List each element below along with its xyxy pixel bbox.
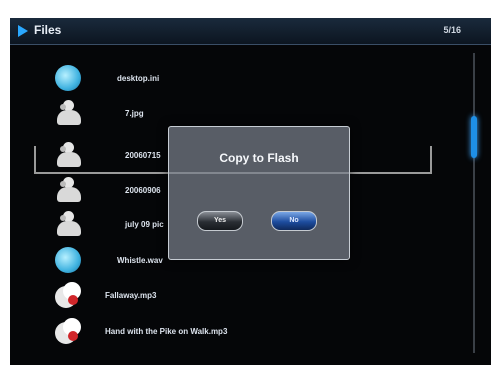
tv-screen: Files 5/16 desktop.ini 7.jpg 20060715 20…: [10, 18, 491, 365]
list-item-label: 20060906: [125, 186, 161, 195]
list-item-label: Fallaway.mp3: [105, 291, 157, 300]
list-item-label: desktop.ini: [117, 74, 160, 83]
yes-button[interactable]: Yes: [197, 211, 243, 231]
page-title: Files: [34, 23, 62, 37]
list-item-label: 20060715: [125, 151, 161, 160]
dialog-title: Copy to Flash: [219, 151, 299, 165]
music-file-icon: [55, 282, 85, 312]
user-icon: [55, 177, 85, 207]
user-icon: [55, 142, 85, 172]
list-item[interactable]: Fallaway.mp3: [55, 282, 455, 312]
user-icon: [55, 100, 85, 130]
no-button[interactable]: No: [271, 211, 317, 231]
selection-bracket-left: [34, 146, 36, 174]
title-bar: Files 5/16: [10, 18, 491, 45]
folder-icon: [55, 247, 85, 277]
scrollbar-thumb[interactable]: [471, 116, 477, 158]
copy-dialog: Copy to Flash Yes No: [168, 126, 350, 260]
list-item[interactable]: desktop.ini: [55, 65, 455, 95]
list-item-label: Hand with the Pike on Walk.mp3: [105, 327, 228, 336]
play-icon: [18, 25, 28, 37]
list-item-label: Whistle.wav: [117, 256, 163, 265]
list-item[interactable]: Hand with the Pike on Walk.mp3: [55, 318, 455, 348]
list-item-label: july 09 pic: [125, 220, 164, 229]
list-item-label: 7.jpg: [125, 109, 144, 118]
music-file-icon: [55, 318, 85, 348]
scrollbar-track[interactable]: [473, 53, 475, 353]
folder-icon: [55, 65, 85, 95]
user-icon: [55, 211, 85, 241]
item-counter: 5/16: [443, 25, 461, 35]
